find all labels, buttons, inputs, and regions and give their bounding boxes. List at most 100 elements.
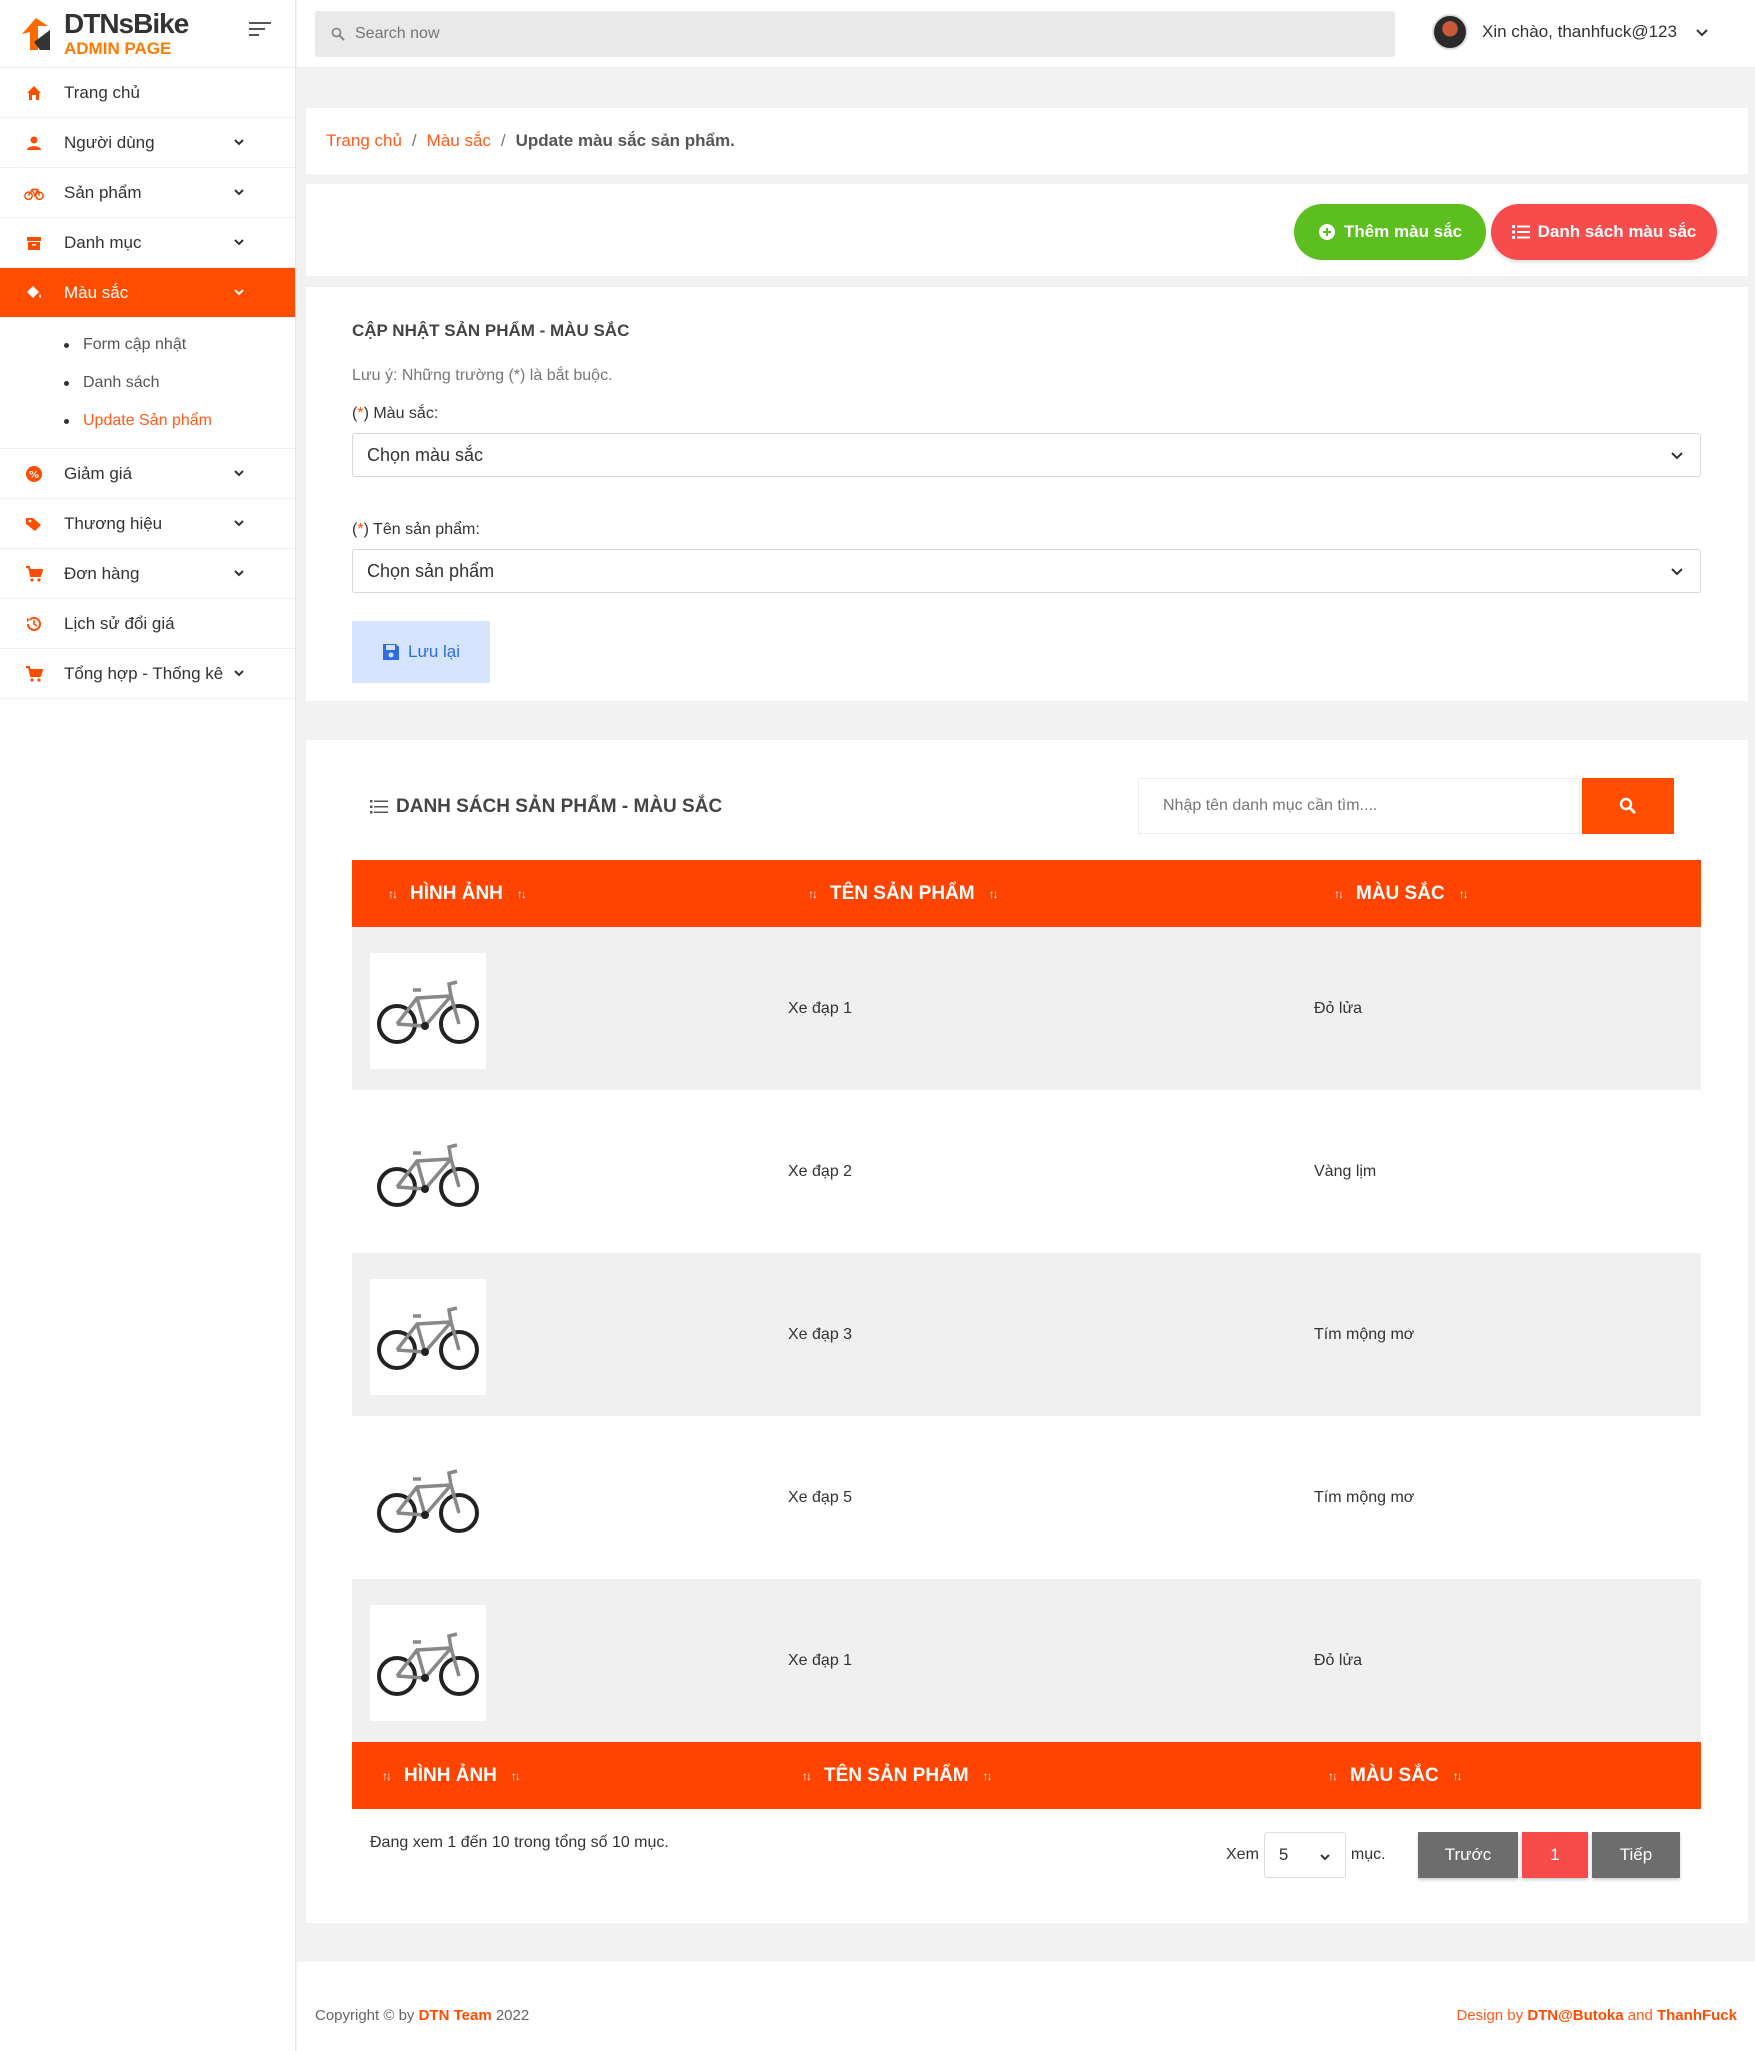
user-icon	[24, 133, 44, 153]
add-color-button[interactable]: Thêm màu sắc	[1294, 204, 1486, 260]
sidebar-item-statistics[interactable]: Tổng hợp - Thống kê	[0, 649, 295, 699]
sidebar-item-label: Đơn hàng	[64, 563, 140, 583]
product-color: Đỏ lửa	[1314, 999, 1363, 1017]
page-size-value: 5	[1278, 1845, 1289, 1864]
sort-icon: ↑↓	[802, 1768, 812, 1783]
sidebar-item-home[interactable]: Trang chủ	[0, 68, 295, 118]
product-field-label: (*) Tên sản phẩm:	[352, 521, 480, 538]
chevron-down-icon	[1671, 452, 1683, 460]
page-size-suffix: mục.	[1350, 1846, 1386, 1863]
sidebar-item-label: Trang chủ	[64, 82, 140, 102]
save-button[interactable]: Lưu lại	[352, 621, 490, 683]
svg-text:%: %	[29, 470, 39, 481]
home-icon	[24, 83, 44, 103]
chevron-down-icon	[234, 239, 244, 246]
sidebar-item-label: Tổng hợp - Thống kê	[64, 663, 224, 683]
sidebar-item-products[interactable]: Sản phẩm	[0, 168, 295, 218]
plus-circle-icon	[1318, 224, 1335, 240]
table-row[interactable]: Xe đạp 1 Đỏ lửa	[352, 1579, 1701, 1742]
color-list-button[interactable]: Danh sách màu sắc	[1491, 204, 1717, 260]
bicycle-image-icon	[377, 1306, 479, 1370]
breadcrumb-home[interactable]: Trang chủ	[326, 131, 402, 151]
sort-icon: ↑↓	[988, 886, 999, 901]
page-size-select[interactable]: 5	[1263, 1832, 1346, 1878]
submenu-item-form[interactable]: Form cập nhật	[0, 326, 295, 364]
list-search-button[interactable]	[1582, 778, 1674, 834]
sidebar-item-orders[interactable]: Đơn hàng	[0, 549, 295, 599]
column-header-name[interactable]: ↑↓ TÊN SẢN PHẨM ↑↓	[794, 860, 1011, 927]
column-footer-image[interactable]: ↑↓ HÌNH ẢNH ↑↓	[368, 1742, 533, 1809]
form-note: Lưu ý: Những trường (*) là bắt buộc.	[352, 367, 613, 384]
search-icon	[331, 27, 345, 41]
pagination-info: Đang xem 1 đến 10 trong tổng số 10 mục.	[370, 1834, 669, 1851]
discount-icon: %	[24, 464, 44, 484]
brand-subtitle: ADMIN PAGE	[64, 39, 172, 58]
sidebar-item-brands[interactable]: Thương hiệu	[0, 499, 295, 549]
tag-icon	[24, 514, 44, 534]
submenu-item-update-product[interactable]: Update Sản phẩm	[0, 402, 295, 440]
page-1-button[interactable]: 1	[1522, 1832, 1588, 1878]
sort-icon: ↑↓	[808, 886, 818, 901]
list-icon	[370, 800, 388, 814]
sort-icon: ↑↓	[1452, 1768, 1463, 1783]
chevron-down-icon	[234, 470, 244, 477]
column-header-color[interactable]: ↑↓ MÀU SẮC ↑↓	[1320, 860, 1481, 927]
sort-icon: ↑↓	[388, 886, 398, 901]
product-thumbnail	[370, 1605, 486, 1721]
table-row[interactable]: Xe đạp 5 Tím mộng mơ	[352, 1416, 1701, 1579]
column-header-image[interactable]: ↑↓ HÌNH ẢNH ↑↓	[374, 860, 539, 927]
bullet-icon	[64, 342, 69, 348]
search-input[interactable]	[355, 25, 1255, 43]
design-credit: Design by DTN@Butoka and ThanhFuck	[1456, 2007, 1737, 2024]
sidebar: DTNsBike ADMIN PAGE Trang chủ Người dùng…	[0, 0, 296, 2051]
chevron-down-icon	[1671, 568, 1683, 576]
list-title: DANH SÁCH SẢN PHẨM - MÀU SẮC	[370, 796, 722, 818]
sidebar-item-colors[interactable]: Màu sắc	[0, 268, 295, 318]
table-row[interactable]: Xe đạp 2 Vàng lịm	[352, 1090, 1701, 1253]
product-select[interactable]: Chọn sản phẩm	[352, 549, 1701, 593]
cart-icon	[24, 564, 44, 584]
previous-page-button[interactable]: Trước	[1418, 1832, 1518, 1878]
bullet-icon	[64, 380, 69, 386]
brand[interactable]: DTNsBike ADMIN PAGE	[0, 0, 295, 68]
topbar: Xin chào, thanhfuck@123	[297, 0, 1755, 68]
menu-toggle-icon[interactable]	[249, 22, 273, 40]
color-select-value: Chọn màu sắc	[367, 444, 484, 465]
sidebar-item-discounts[interactable]: % Giảm giá	[0, 449, 295, 499]
avatar[interactable]	[1432, 14, 1468, 50]
table-row[interactable]: Xe đạp 1 Đỏ lửa	[352, 927, 1701, 1090]
color-list-label: Danh sách màu sắc	[1537, 222, 1697, 241]
sidebar-item-price-history[interactable]: Lịch sử đổi giá	[0, 599, 295, 649]
brand-logo-icon	[22, 17, 50, 50]
list-title-text: DANH SÁCH SẢN PHẨM - MÀU SẮC	[396, 796, 723, 817]
list-search-input[interactable]	[1163, 797, 1543, 815]
chevron-down-icon[interactable]	[1695, 25, 1709, 39]
design-author-b[interactable]: ThanhFuck	[1657, 2007, 1737, 2024]
column-footer-color[interactable]: ↑↓ MÀU SẮC ↑↓	[1314, 1742, 1475, 1809]
table-row[interactable]: Xe đạp 3 Tím mộng mơ	[352, 1253, 1701, 1416]
sidebar-item-users[interactable]: Người dùng	[0, 118, 295, 168]
breadcrumb-colors[interactable]: Màu sắc	[427, 131, 491, 151]
next-page-button[interactable]: Tiếp	[1592, 1832, 1680, 1878]
sidebar-item-categories[interactable]: Danh mục	[0, 218, 295, 268]
sort-icon: ↑↓	[382, 1768, 392, 1783]
copyright: Copyright © by DTN Team 2022	[315, 2007, 529, 2024]
submenu-item-label: Form cập nhật	[83, 336, 187, 353]
bicycle-image-icon	[377, 1143, 479, 1207]
global-search[interactable]	[315, 11, 1395, 57]
user-menu[interactable]: Xin chào, thanhfuck@123	[1432, 14, 1709, 50]
submenu-item-list[interactable]: Danh sách	[0, 364, 295, 402]
column-footer-name[interactable]: ↑↓ TÊN SẢN PHẨM ↑↓	[788, 1742, 1005, 1809]
chevron-down-icon	[234, 570, 244, 577]
copyright-prefix: Copyright © by	[315, 2007, 419, 2024]
chevron-down-icon	[234, 139, 244, 146]
list-search[interactable]	[1138, 778, 1580, 834]
sidebar-item-label: Sản phẩm	[64, 182, 142, 202]
color-select[interactable]: Chọn màu sắc	[352, 433, 1701, 477]
add-color-label: Thêm màu sắc	[1343, 222, 1463, 241]
design-author-a[interactable]: DTN@Butoka	[1527, 2007, 1623, 2024]
sidebar-item-label: Giảm giá	[64, 463, 133, 483]
column-header-label: MÀU SẮC	[1356, 882, 1445, 904]
copyright-team[interactable]: DTN Team	[419, 2007, 492, 2024]
breadcrumb: Trang chủ / Màu sắc / Update màu sắc sản…	[306, 108, 1748, 174]
